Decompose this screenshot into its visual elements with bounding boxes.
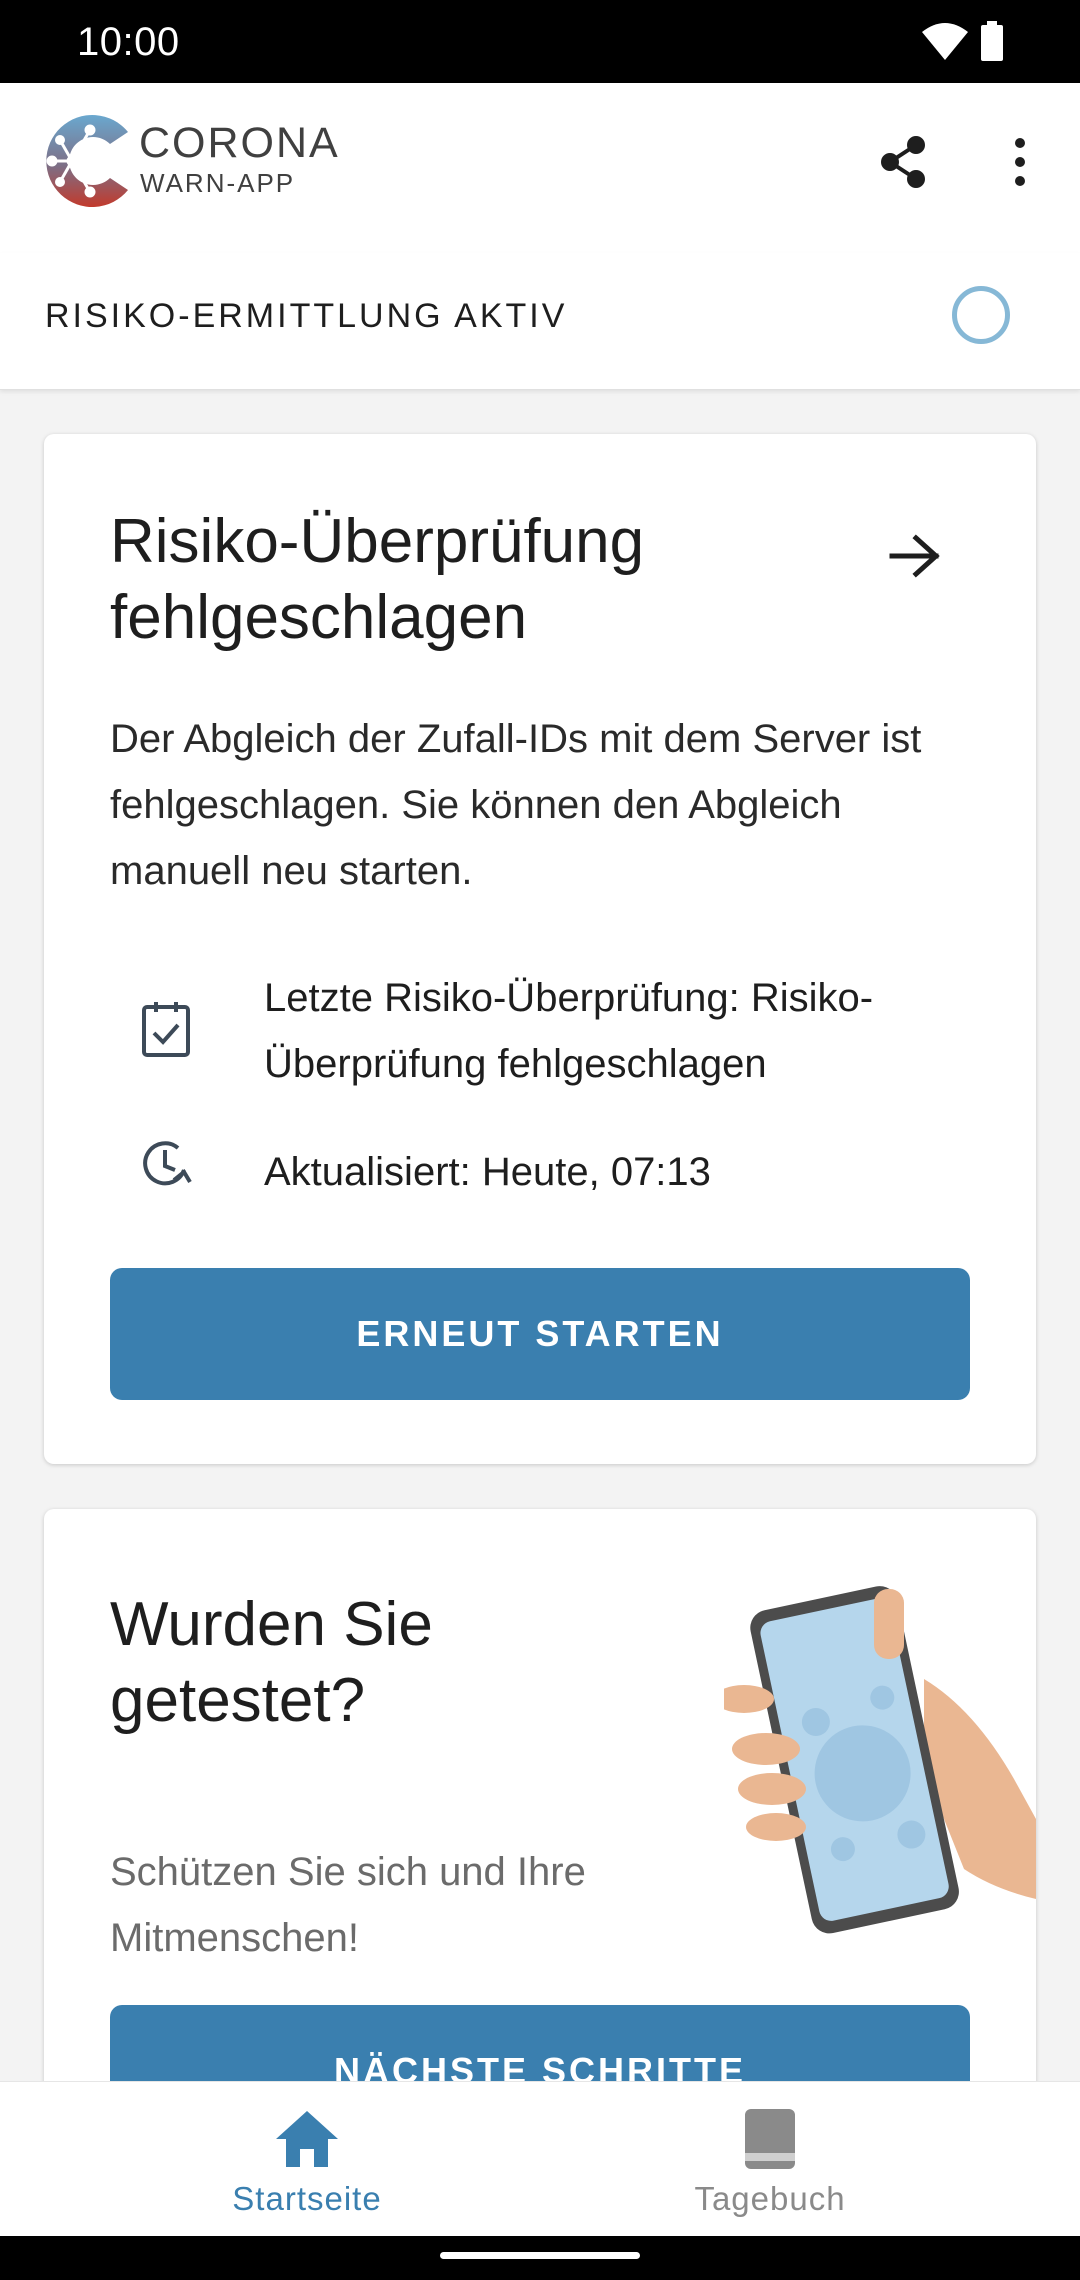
more-options-icon[interactable] xyxy=(1000,133,1040,191)
app-bar: CORONA WARN-APP xyxy=(0,83,1080,253)
status-time: 10:00 xyxy=(77,20,180,64)
status-bar: 10:00 xyxy=(0,0,1080,83)
nav-item-diary[interactable]: Tagebuch xyxy=(620,2082,920,2237)
brand-name: CORONA xyxy=(139,119,340,167)
corona-warn-app-logo xyxy=(46,115,128,207)
clock-refresh-icon xyxy=(143,1141,192,1186)
home-icon xyxy=(276,2111,338,2167)
last-risk-check-text: Letzte Risiko-Überprüfung: Risiko-Überpr… xyxy=(264,976,874,1086)
battery-icon xyxy=(981,21,1003,61)
risk-card-description: Der Abgleich der Zufall-IDs mit dem Serv… xyxy=(110,717,922,893)
arrow-right-icon[interactable] xyxy=(884,530,946,582)
nav-label-home: Startseite xyxy=(232,2180,382,2217)
gesture-bar xyxy=(0,2236,1080,2280)
gesture-handle[interactable] xyxy=(440,2252,640,2259)
hand-phone-illustration xyxy=(724,1586,1036,1934)
test-card-subtitle: Schützen Sie sich und Ihre Mitmenschen! xyxy=(110,1850,586,1960)
book-icon xyxy=(745,2109,795,2169)
test-card[interactable]: Wurden Sie getestet? Schützen Sie sich u… xyxy=(44,1509,1036,2129)
brand-subname: WARN-APP xyxy=(140,168,296,198)
share-icon[interactable] xyxy=(878,133,930,191)
tracing-progress-ring xyxy=(952,286,1010,344)
restart-button[interactable]: ERNEUT STARTEN xyxy=(110,1268,970,1400)
test-card-title: Wurden Sie getestet? xyxy=(110,1590,433,1735)
last-updated-text: Aktualisiert: Heute, 07:13 xyxy=(264,1150,711,1194)
nav-item-home[interactable]: Startseite xyxy=(157,2082,457,2237)
risk-status-card[interactable]: Risiko-Überprüfung fehlgeschlagen Der Ab… xyxy=(44,434,1036,1464)
bottom-navigation: Startseite Tagebuch xyxy=(0,2081,1080,2236)
tracing-status-row[interactable]: RISIKO-ERMITTLUNG AKTIV xyxy=(0,253,1080,390)
tracing-status-label: RISIKO-ERMITTLUNG AKTIV xyxy=(45,297,568,335)
calendar-check-icon xyxy=(142,1002,190,1057)
risk-card-title: Risiko-Überprüfung fehlgeschlagen xyxy=(110,507,645,652)
nav-label-diary: Tagebuch xyxy=(694,2180,846,2217)
wifi-icon xyxy=(922,23,968,60)
